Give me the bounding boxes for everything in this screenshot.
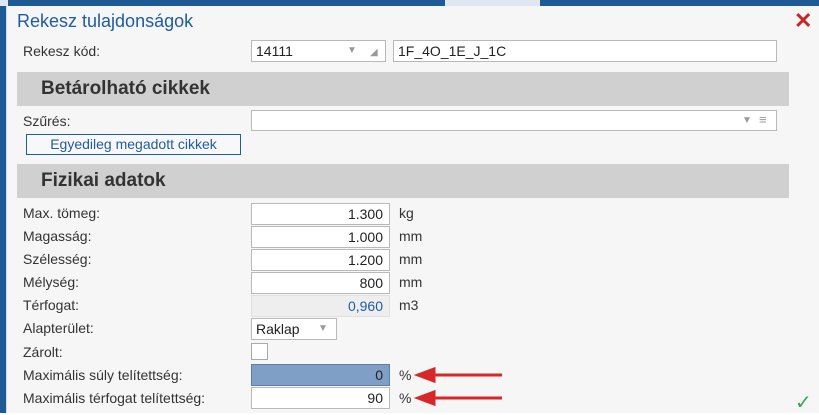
rekesz-kod-select[interactable]: 14111 ▼ ◢ [251,40,386,62]
szures-label: Szűrés: [23,113,71,129]
chevron-down-icon: ▼ [742,115,752,126]
section-betarolhato-title: Betárolható cikkek [41,78,210,99]
max-tomeg-unit: kg [399,205,414,221]
terfogat-readonly-field: 0,960 [251,295,390,317]
rekesz-name-field[interactable]: 1F_4O_1E_J_1C [393,40,777,62]
rekesz-name-value: 1F_4O_1E_J_1C [398,43,507,59]
egyedileg-cikkek-button[interactable]: Egyedileg megadott cikkek [26,134,241,155]
magassag-label: Magasság: [23,228,92,244]
section-betarolhato-header: Betárolható cikkek [17,72,789,106]
chevron-down-icon: ▼ [347,45,357,56]
magassag-unit: mm [399,228,423,244]
max-suly-telitettseg-unit: % [399,367,412,383]
section-fizikai-title: Fizikai adatok [41,170,166,191]
max-terfogat-telitettseg-unit: % [399,390,412,406]
zarolt-label: Zárolt: [23,344,63,360]
terfogat-label: Térfogat: [23,297,80,313]
dialog-title: Rekesz tulajdonságok [17,11,194,31]
close-icon[interactable]: ✕ [794,8,812,34]
max-tomeg-input[interactable]: 1.300 [251,203,390,225]
properties-dialog: Rekesz tulajdonságok ✕ Rekesz kód: 14111… [6,6,819,415]
max-terfogat-telitettseg-input[interactable]: 90 [251,387,390,409]
list-icon: ≡ [759,112,767,127]
section-fizikai-header: Fizikai adatok [17,164,789,198]
alapterulet-select[interactable]: Raklap ▼ [251,318,337,340]
checkmark-icon[interactable]: ✓ [795,390,812,415]
resize-grip-icon: ◢ [370,47,378,58]
zarolt-checkbox[interactable] [251,343,268,360]
rekesz-kod-value: 14111 [256,43,293,59]
magassag-input[interactable]: 1.000 [251,226,390,248]
melyseg-unit: mm [399,274,423,290]
max-tomeg-label: Max. tömeg: [23,205,101,221]
alapterulet-label: Alapterület: [23,320,94,336]
szelesseg-input[interactable]: 1.200 [251,249,390,271]
alapterulet-value: Raklap [256,321,300,337]
szures-filter-input[interactable]: ▼ ≡ [251,110,777,131]
szelesseg-unit: mm [399,251,423,267]
melyseg-input[interactable]: 800 [251,272,390,294]
rekesz-kod-label: Rekesz kód: [23,43,101,59]
max-terfogat-telitettseg-label: Maximális térfogat telítettség: [23,390,206,406]
max-suly-telitettseg-input[interactable]: 0 [251,364,390,386]
max-suly-telitettseg-label: Maximális súly telítettség: [23,367,183,383]
chevron-down-icon: ▼ [318,323,328,334]
szelesseg-label: Szélesség: [23,251,92,267]
terfogat-unit: m3 [399,297,419,313]
melyseg-label: Mélység: [23,274,80,290]
